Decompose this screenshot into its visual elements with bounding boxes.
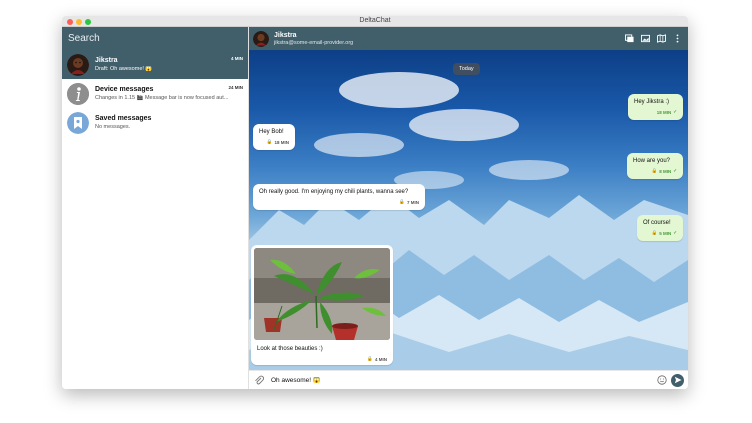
message-text: Of course! — [643, 220, 671, 226]
message-bubble-outgoing[interactable]: How are you? 🔒 8 MIN ✓ — [627, 153, 683, 179]
delivered-check-icon: ✓ — [673, 168, 677, 173]
message-time: 4 MIN — [374, 356, 387, 362]
chat-address: jikstra@some-email-provider.org — [274, 39, 354, 46]
message-bubble-incoming[interactable]: Oh really good. I'm enjoying my chili pl… — [253, 184, 425, 210]
chat-time: 24 MIN — [228, 85, 243, 90]
lock-icon: 🔒 — [367, 356, 373, 361]
window-title: DeltaChat — [359, 17, 391, 24]
bookmark-icon — [67, 111, 89, 134]
info-icon — [67, 82, 89, 105]
message-input[interactable] — [271, 376, 656, 384]
chat-snippet: No messages. — [95, 124, 131, 130]
attached-photo[interactable] — [254, 248, 390, 340]
chat-header: Jikstra jikstra@some-email-provider.org — [249, 27, 688, 50]
avatar[interactable] — [253, 30, 269, 47]
emoji-icon[interactable] — [656, 374, 668, 386]
chat-list-item-jikstra[interactable]: Jikstra Draft: Oh awesome! 😱 4 MIN — [62, 50, 248, 79]
message-text: Hey Jikstra :) — [634, 99, 670, 105]
delivered-check-icon: ✓ — [673, 109, 677, 114]
chat-time: 4 MIN — [230, 56, 243, 61]
chat-snippet: Changes in 1.15 🎬 Message bar is now foc… — [95, 95, 229, 101]
lock-icon: 🔒 — [651, 230, 658, 235]
message-time: 18 MIN — [656, 109, 672, 115]
message-composer — [249, 370, 688, 389]
conversation-pane: Jikstra jikstra@some-email-provider.org — [249, 27, 688, 389]
message-bubble-outgoing[interactable]: Of course! 🔒 5 MIN ✓ — [637, 215, 683, 241]
chat-name: Device messages — [95, 86, 154, 93]
title-bar: DeltaChat — [62, 16, 688, 27]
search-bar — [62, 27, 248, 50]
message-time: 8 MIN — [659, 168, 672, 174]
message-time: 7 MIN — [406, 199, 419, 205]
lock-icon: 🔒 — [266, 139, 273, 144]
chat-list-item-device-messages[interactable]: Device messages Changes in 1.15 🎬 Messag… — [62, 79, 248, 108]
message-time: 5 MIN — [659, 230, 672, 236]
lock-icon: 🔒 — [651, 168, 658, 173]
more-menu-icon[interactable] — [672, 33, 682, 43]
message-bubble-incoming[interactable]: Hey Bob! 🔒 18 MIN — [253, 124, 295, 150]
send-icon — [674, 376, 682, 384]
app-window: DeltaChat Jikstra Draft: Oh awesome! 😱 4… — [62, 16, 688, 389]
message-bubble-outgoing[interactable]: Hey Jikstra :) 18 MIN ✓ — [628, 94, 683, 120]
message-list[interactable]: Today Hey Jikstra :) 18 MIN ✓ Hey Bob! 🔒 1… — [249, 50, 688, 370]
send-button[interactable] — [671, 373, 684, 387]
chat-name: Jikstra — [95, 57, 118, 64]
chat-title[interactable]: Jikstra — [274, 32, 353, 39]
gallery-icon[interactable] — [624, 33, 634, 43]
attachment-icon[interactable] — [253, 374, 265, 386]
image-icon[interactable] — [640, 33, 650, 43]
avatar — [67, 53, 89, 76]
message-text: Hey Bob! — [259, 129, 284, 135]
message-bubble-incoming-image[interactable]: Look at those beauties :) 🔒 4 MIN — [251, 245, 393, 365]
date-divider: Today — [453, 63, 480, 75]
message-text: How are you? — [633, 158, 671, 164]
message-text: Look at those beauties :) — [257, 346, 323, 352]
chat-name: Saved messages — [95, 115, 152, 122]
message-text: Oh really good. I'm enjoying my chili pl… — [259, 189, 409, 195]
delivered-check-icon: ✓ — [673, 230, 677, 235]
lock-icon: 🔒 — [399, 199, 405, 204]
map-icon[interactable] — [656, 33, 666, 43]
chat-list-sidebar: Jikstra Draft: Oh awesome! 😱 4 MIN Devic… — [62, 27, 249, 389]
chat-list-item-saved-messages[interactable]: Saved messages No messages. — [62, 108, 248, 137]
search-input[interactable] — [68, 33, 238, 44]
chat-snippet: Draft: Oh awesome! 😱 — [95, 66, 153, 72]
message-time: 18 MIN — [274, 139, 289, 145]
